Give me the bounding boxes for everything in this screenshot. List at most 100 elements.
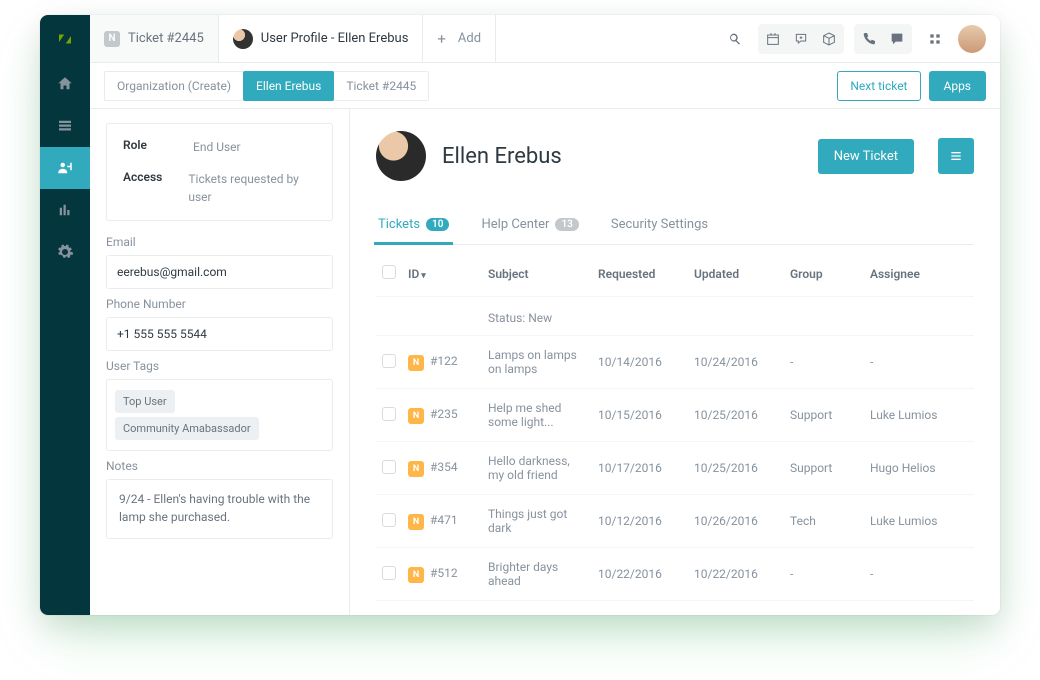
- channel-tools: [758, 24, 844, 54]
- tickets-table: ID▾ Subject Requested Updated Group Assi…: [376, 251, 974, 615]
- nav-views[interactable]: [40, 105, 90, 147]
- table-row[interactable]: N#235Help me shed some light...10/15/201…: [376, 389, 974, 442]
- context-tabs: Organization (Create) Ellen Erebus Ticke…: [90, 63, 1000, 109]
- ticket-subject: Lamps on lamps on lamps: [482, 336, 592, 389]
- nav-home[interactable]: [40, 63, 90, 105]
- context-tab-organization[interactable]: Organization (Create): [104, 71, 244, 101]
- ticket-status-badge-new: N: [408, 461, 424, 477]
- tickets-table-wrap: ID▾ Subject Requested Updated Group Assi…: [376, 251, 974, 615]
- ticket-assignee: Luke Lumios: [864, 389, 974, 442]
- phone-field[interactable]: [106, 317, 333, 351]
- select-all-checkbox[interactable]: [382, 265, 396, 279]
- ticket-requested: 10/14/2016: [592, 336, 688, 389]
- profile-tab-help-center[interactable]: Help Center 13: [479, 207, 580, 244]
- ticket-subject: Things just got dark: [482, 495, 592, 548]
- access-value: Tickets requested by user: [188, 170, 316, 206]
- next-ticket-button[interactable]: Next ticket: [837, 71, 920, 101]
- row-checkbox[interactable]: [382, 354, 396, 368]
- nav-admin[interactable]: [40, 231, 90, 273]
- workspace-tab-ticket-2445[interactable]: N Ticket #2445: [90, 15, 219, 62]
- calendar-button[interactable]: [760, 26, 786, 52]
- col-header-subject[interactable]: Subject: [482, 251, 592, 297]
- profile-tabs: Tickets 10 Help Center 13 Security Setti…: [376, 207, 974, 245]
- ticket-requested: 10/22/2016: [592, 548, 688, 601]
- ticket-status-badge-new: N: [408, 408, 424, 424]
- left-nav-rail: [40, 15, 90, 615]
- menu-icon: [948, 148, 964, 164]
- row-checkbox[interactable]: [382, 513, 396, 527]
- table-row[interactable]: N#609Do you have a lighter?10/22/201610/…: [376, 601, 974, 616]
- row-checkbox[interactable]: [382, 460, 396, 474]
- col-header-assignee[interactable]: Assignee: [864, 251, 974, 297]
- user-details-panel: Role End User Access Tickets requested b…: [90, 109, 350, 615]
- main-column: N Ticket #2445 User Profile - Ellen Ereb…: [90, 15, 1000, 615]
- email-field[interactable]: [106, 255, 333, 289]
- row-checkbox[interactable]: [382, 407, 396, 421]
- row-checkbox[interactable]: [382, 566, 396, 580]
- ticket-updated: 10/22/2016: [688, 548, 784, 601]
- access-label: Access: [123, 170, 188, 206]
- notes-field-label: Notes: [106, 459, 333, 473]
- profile-tab-security[interactable]: Security Settings: [609, 207, 710, 244]
- ticket-group: Tech: [784, 495, 864, 548]
- app-window: N Ticket #2445 User Profile - Ellen Ereb…: [40, 15, 1000, 615]
- workspace-tabbar: N Ticket #2445 User Profile - Ellen Ereb…: [90, 15, 1000, 63]
- comment-button[interactable]: [788, 26, 814, 52]
- ticket-id: #122: [430, 354, 458, 368]
- context-tab-ticket[interactable]: Ticket #2445: [333, 71, 429, 101]
- ticket-updated: 10/23/2016: [688, 601, 784, 616]
- nav-customers[interactable]: [40, 147, 90, 189]
- col-header-updated[interactable]: Updated: [688, 251, 784, 297]
- ticket-status-badge-new: N: [408, 514, 424, 530]
- tags-field[interactable]: Top User Community Amabassador: [106, 379, 333, 451]
- context-tab-user[interactable]: Ellen Erebus: [243, 71, 334, 101]
- table-row[interactable]: N#512Brighter days ahead10/22/201610/22/…: [376, 548, 974, 601]
- ticket-assignee: -: [864, 548, 974, 601]
- table-row[interactable]: N#122Lamps on lamps on lamps10/14/201610…: [376, 336, 974, 389]
- col-header-requested[interactable]: Requested: [592, 251, 688, 297]
- workspace-tab-add[interactable]: + Add: [423, 15, 496, 62]
- ticket-subject: Hello darkness, my old friend: [482, 442, 592, 495]
- package-button[interactable]: [816, 26, 842, 52]
- profile-body: Role End User Access Tickets requested b…: [90, 109, 1000, 615]
- apps-button[interactable]: Apps: [929, 71, 987, 101]
- workspace-tab-user-profile[interactable]: User Profile - Ellen Erebus: [219, 15, 424, 62]
- status-group-row: Status: New: [376, 297, 974, 336]
- ticket-group: -: [784, 548, 864, 601]
- reporting-icon: [56, 201, 74, 219]
- chat-button[interactable]: [884, 26, 910, 52]
- count-badge: 10: [426, 218, 449, 231]
- ticket-group: -: [784, 601, 864, 616]
- chat-icon: [889, 31, 905, 47]
- search-icon: [727, 31, 743, 47]
- phone-button[interactable]: [856, 26, 882, 52]
- col-header-group[interactable]: Group: [784, 251, 864, 297]
- product-logo: [40, 15, 90, 63]
- new-ticket-button[interactable]: New Ticket: [818, 139, 914, 174]
- user-tag[interactable]: Community Amabassador: [115, 417, 259, 440]
- chevron-down-icon: ▾: [421, 271, 426, 281]
- apps-grid-button[interactable]: [922, 26, 948, 52]
- comm-tools: [854, 24, 912, 54]
- ticket-id: #235: [430, 407, 458, 421]
- notes-field[interactable]: 9/24 - Ellen's having trouble with the l…: [106, 479, 333, 539]
- ticket-status-badge: N: [104, 31, 120, 47]
- search-button[interactable]: [722, 26, 748, 52]
- avatar: [376, 131, 426, 181]
- profile-header: Ellen Erebus New Ticket: [376, 131, 974, 181]
- calendar-icon: [765, 31, 781, 47]
- table-row[interactable]: N#471Things just got dark10/12/201610/26…: [376, 495, 974, 548]
- nav-reporting[interactable]: [40, 189, 90, 231]
- avatar: [233, 29, 253, 49]
- email-field-label: Email: [106, 235, 333, 249]
- current-user-avatar[interactable]: [958, 25, 986, 53]
- table-row[interactable]: N#354Hello darkness, my old friend10/17/…: [376, 442, 974, 495]
- add-label: Add: [458, 31, 481, 46]
- profile-tab-tickets[interactable]: Tickets 10: [376, 207, 451, 244]
- ticket-updated: 10/25/2016: [688, 442, 784, 495]
- ticket-group: -: [784, 336, 864, 389]
- user-tag[interactable]: Top User: [115, 390, 175, 413]
- ticket-group: Support: [784, 389, 864, 442]
- col-header-id[interactable]: ID▾: [402, 251, 482, 297]
- new-ticket-menu-button[interactable]: [938, 138, 974, 174]
